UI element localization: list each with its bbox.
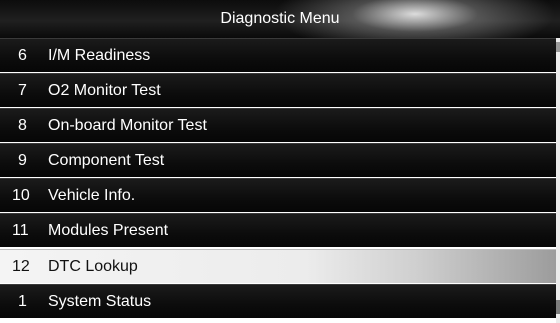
menu-item-number: 1 bbox=[18, 293, 27, 310]
menu-item-label: Modules Present bbox=[48, 222, 169, 239]
title-bar: Diagnostic Menu bbox=[0, 0, 560, 38]
menu-item-number: 9 bbox=[18, 152, 27, 169]
menu-item-component-test[interactable]: 9 Component Test bbox=[0, 143, 556, 177]
menu-item-system-status[interactable]: 1 System Status bbox=[0, 284, 556, 318]
menu-item-modules-present[interactable]: 11 Modules Present bbox=[0, 213, 556, 247]
menu-item-number: 8 bbox=[18, 117, 27, 134]
menu-item-vehicle-info[interactable]: 10 Vehicle Info. bbox=[0, 178, 556, 212]
menu-item-im-readiness[interactable]: 6 I/M Readiness bbox=[0, 38, 556, 72]
menu-item-number: 12 bbox=[12, 258, 30, 275]
menu-item-on-board-monitor-test[interactable]: 8 On-board Monitor Test bbox=[0, 108, 556, 142]
menu-item-label: O2 Monitor Test bbox=[48, 82, 161, 99]
menu-item-label: System Status bbox=[48, 293, 152, 310]
diagnostic-screen: Diagnostic Menu 6 I/M Readiness 7 O2 Mon… bbox=[0, 0, 560, 323]
menu-item-number: 6 bbox=[18, 47, 27, 64]
menu-item-number: 10 bbox=[12, 187, 30, 204]
menu-item-label: Vehicle Info. bbox=[48, 187, 136, 204]
menu-item-dtc-lookup[interactable]: 12 DTC Lookup bbox=[0, 249, 556, 283]
menu-item-label: DTC Lookup bbox=[48, 258, 138, 275]
menu-item-label: On-board Monitor Test bbox=[48, 117, 207, 134]
menu-item-label: Component Test bbox=[48, 152, 165, 169]
menu-item-number: 11 bbox=[12, 222, 29, 239]
page-title: Diagnostic Menu bbox=[220, 10, 340, 27]
scrollbar-top-marker[interactable] bbox=[556, 42, 560, 52]
menu-item-label: I/M Readiness bbox=[48, 47, 151, 64]
scrollbar[interactable] bbox=[556, 38, 560, 323]
menu-item-o2-monitor-test[interactable]: 7 O2 Monitor Test bbox=[0, 73, 556, 107]
menu-item-number: 7 bbox=[18, 82, 27, 99]
scrollbar-thumb[interactable] bbox=[556, 300, 560, 314]
diagnostic-menu-list: 6 I/M Readiness 7 O2 Monitor Test 8 On-b… bbox=[0, 38, 556, 323]
